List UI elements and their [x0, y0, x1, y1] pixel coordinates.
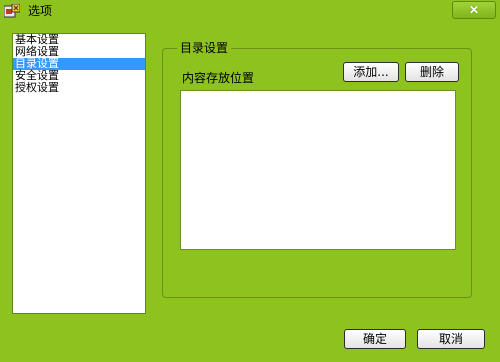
add-path-button[interactable]: 添加... [343, 62, 399, 82]
close-icon: ✕ [468, 3, 480, 17]
title-bar: 选项 ✕ [0, 0, 500, 22]
settings-nav-list[interactable]: 基本设置 网络设置 目录设置 安全设置 授权设置 [12, 33, 146, 314]
cancel-button[interactable]: 取消 [417, 329, 485, 349]
directory-group-title: 目录设置 [177, 40, 232, 56]
close-button[interactable]: ✕ [452, 1, 496, 19]
ok-button[interactable]: 确定 [344, 329, 406, 349]
storage-path-list[interactable] [180, 90, 456, 250]
storage-location-label: 内容存放位置 [182, 71, 255, 85]
app-icon [3, 3, 21, 18]
nav-item-license[interactable]: 授权设置 [13, 82, 145, 94]
window-title: 选项 [28, 4, 53, 18]
delete-path-button[interactable]: 删除 [405, 62, 459, 82]
